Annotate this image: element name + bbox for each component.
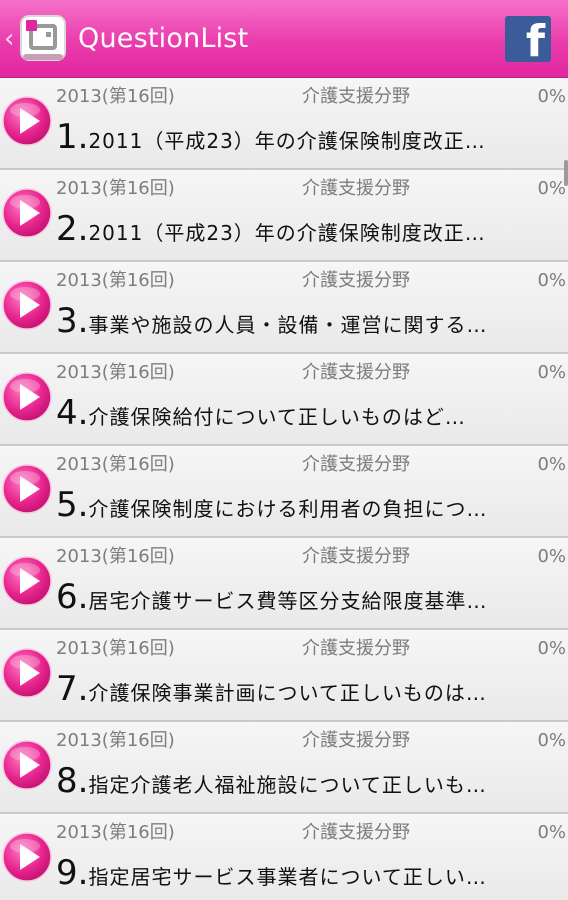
question-title: 1.2011（平成23）年の介護保険制度改正… xyxy=(56,112,564,162)
question-title: 9.指定居宅サービス事業者について正しい… xyxy=(56,848,564,898)
question-text: 居宅介護サービス費等区分支給限度基準… xyxy=(88,589,488,613)
exam-year-label: 2013(第16回) xyxy=(56,178,175,199)
category-label: 介護支援分野 xyxy=(302,86,410,107)
category-label: 介護支援分野 xyxy=(302,638,410,659)
question-title: 7.介護保険事業計画について正しいものは… xyxy=(56,664,564,714)
question-title: 4.介護保険給付について正しいものはど… xyxy=(56,388,564,438)
question-text: 介護保険給付について正しいものはど… xyxy=(88,405,466,429)
progress-percent: 0% xyxy=(537,178,566,199)
progress-percent: 0% xyxy=(537,546,566,567)
question-text: 事業や施設の人員・設備・運営に関する… xyxy=(88,313,488,337)
question-row[interactable]: 2013(第16回) 介護支援分野 0% 2.2011（平成23）年の介護保険制度改正… xyxy=(0,170,568,262)
play-icon[interactable] xyxy=(1,555,53,607)
category-label: 介護支援分野 xyxy=(302,822,410,843)
up-navigation-icon[interactable]: ‹ xyxy=(4,24,18,54)
question-list[interactable]: 2013(第16回) 介護支援分野 0% 1.2011（平成23）年の介護保険制度改正… xyxy=(0,78,568,900)
question-number: 9. xyxy=(56,853,89,893)
progress-percent: 0% xyxy=(537,86,566,107)
question-text: 介護保険制度における利用者の負担につ… xyxy=(88,497,488,521)
progress-percent: 0% xyxy=(537,454,566,475)
question-row[interactable]: 2013(第16回) 介護支援分野 0% 8.指定介護老人福祉施設について正しいも… xyxy=(0,722,568,814)
category-label: 介護支援分野 xyxy=(302,362,410,383)
question-title: 6.居宅介護サービス費等区分支給限度基準… xyxy=(56,572,564,622)
exam-year-label: 2013(第16回) xyxy=(56,730,175,751)
progress-percent: 0% xyxy=(537,638,566,659)
category-label: 介護支援分野 xyxy=(302,454,410,475)
question-title: 8.指定介護老人福祉施設について正しいも… xyxy=(56,756,564,806)
question-row[interactable]: 2013(第16回) 介護支援分野 0% 7.介護保険事業計画について正しいものは… xyxy=(0,630,568,722)
category-label: 介護支援分野 xyxy=(302,178,410,199)
play-icon[interactable] xyxy=(1,371,53,423)
exam-year-label: 2013(第16回) xyxy=(56,546,175,567)
question-text: 2011（平成23）年の介護保険制度改正… xyxy=(88,129,486,153)
play-icon[interactable] xyxy=(1,463,53,515)
question-number: 5. xyxy=(56,485,89,525)
question-number: 7. xyxy=(56,669,89,709)
question-row[interactable]: 2013(第16回) 介護支援分野 0% 1.2011（平成23）年の介護保険制度改正… xyxy=(0,78,568,170)
app-screen: ‹ QuestionList f 2013(第16回) 介護支援分野 0% 1.201… xyxy=(0,0,568,900)
progress-percent: 0% xyxy=(537,270,566,291)
question-row[interactable]: 2013(第16回) 介護支援分野 0% 9.指定居宅サービス事業者について正しい… xyxy=(0,814,568,900)
question-text: 指定介護老人福祉施設について正しいも… xyxy=(88,773,487,797)
play-icon[interactable] xyxy=(1,647,53,699)
question-text: 介護保険事業計画について正しいものは… xyxy=(88,681,487,705)
exam-year-label: 2013(第16回) xyxy=(56,638,175,659)
app-logo-icon[interactable] xyxy=(18,12,70,64)
exam-year-label: 2013(第16回) xyxy=(56,454,175,475)
question-number: 4. xyxy=(56,393,89,433)
exam-year-label: 2013(第16回) xyxy=(56,362,175,383)
question-title: 3.事業や施設の人員・設備・運営に関する… xyxy=(56,296,564,346)
category-label: 介護支援分野 xyxy=(302,730,410,751)
scrollbar-thumb[interactable] xyxy=(564,160,568,186)
progress-percent: 0% xyxy=(537,362,566,383)
question-row[interactable]: 2013(第16回) 介護支援分野 0% 4.介護保険給付について正しいものはど… xyxy=(0,354,568,446)
category-label: 介護支援分野 xyxy=(302,270,410,291)
question-row[interactable]: 2013(第16回) 介護支援分野 0% 3.事業や施設の人員・設備・運営に関する… xyxy=(0,262,568,354)
progress-percent: 0% xyxy=(537,822,566,843)
page-title: QuestionList xyxy=(78,23,249,54)
progress-percent: 0% xyxy=(537,730,566,751)
question-number: 2. xyxy=(56,209,89,249)
category-label: 介護支援分野 xyxy=(302,546,410,567)
question-number: 1. xyxy=(56,117,89,157)
facebook-icon: f xyxy=(525,16,545,62)
facebook-share-button[interactable]: f xyxy=(505,16,551,62)
question-row[interactable]: 2013(第16回) 介護支援分野 0% 5.介護保険制度における利用者の負担につ… xyxy=(0,446,568,538)
play-icon[interactable] xyxy=(1,95,53,147)
exam-year-label: 2013(第16回) xyxy=(56,86,175,107)
play-icon[interactable] xyxy=(1,279,53,331)
action-bar: ‹ QuestionList f xyxy=(0,0,568,78)
play-icon[interactable] xyxy=(1,739,53,791)
question-text: 2011（平成23）年の介護保険制度改正… xyxy=(88,221,486,245)
play-icon[interactable] xyxy=(1,831,53,883)
question-title: 2.2011（平成23）年の介護保険制度改正… xyxy=(56,204,564,254)
play-icon[interactable] xyxy=(1,187,53,239)
exam-year-label: 2013(第16回) xyxy=(56,270,175,291)
question-number: 3. xyxy=(56,301,89,341)
question-title: 5.介護保険制度における利用者の負担につ… xyxy=(56,480,564,530)
exam-year-label: 2013(第16回) xyxy=(56,822,175,843)
question-number: 8. xyxy=(56,761,89,801)
question-row[interactable]: 2013(第16回) 介護支援分野 0% 6.居宅介護サービス費等区分支給限度基準… xyxy=(0,538,568,630)
question-text: 指定居宅サービス事業者について正しい… xyxy=(88,865,487,889)
question-number: 6. xyxy=(56,577,89,617)
